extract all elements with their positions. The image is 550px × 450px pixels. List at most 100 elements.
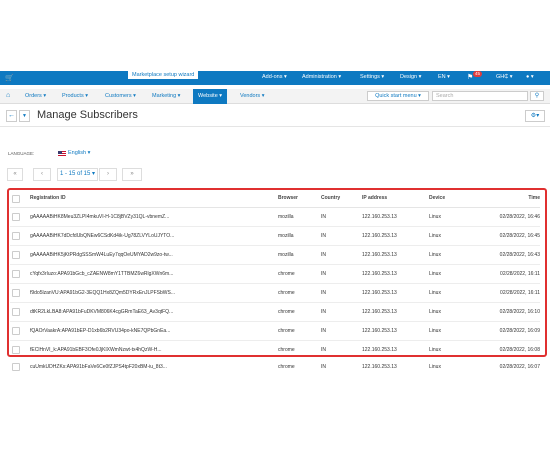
table-row[interactable]: gAAAAABiHK5jKtPRdgSSSmW4LuEy7qqOeUMYAD2w… — [10, 246, 540, 265]
ip-address: 122.160.253.13 — [362, 252, 397, 258]
row-checkbox[interactable] — [12, 213, 20, 221]
nav-marketing[interactable]: Marketing ▾ — [152, 93, 180, 99]
settings-menu[interactable]: Settings ▾ — [360, 74, 384, 80]
user-menu[interactable]: ● ▾ — [526, 74, 534, 80]
nav-products[interactable]: Products ▾ — [62, 93, 88, 99]
row-checkbox[interactable] — [12, 308, 20, 316]
pager-next[interactable]: › — [99, 168, 117, 181]
country: IN — [321, 290, 326, 296]
top-bar: 🛒 Add-ons ▾ Administration ▾ Settings ▾ … — [0, 71, 550, 85]
table-row[interactable]: cYqfx3rIuzo:APA91bGcb_cZAENW8mY1TTBMZ6wR… — [10, 265, 540, 284]
setup-wizard-button[interactable]: Marketplace setup wizard — [127, 71, 200, 80]
select-all-checkbox[interactable] — [12, 195, 20, 203]
header-time[interactable]: Time — [528, 195, 540, 201]
back-button[interactable]: ← — [6, 110, 17, 122]
ip-address: 122.160.253.13 — [362, 309, 397, 315]
time: 02/28/2022, 16:11 — [500, 271, 540, 277]
ip-address: 122.160.253.13 — [362, 364, 397, 370]
time: 02/28/2022, 16:43 — [499, 252, 540, 258]
device: Linux — [429, 271, 441, 277]
table-row[interactable]: gAAAAABiHK7dDcfdUbQNEw6CSdKd4ik-Ug78ZLVY… — [10, 227, 540, 246]
browser: chrome — [278, 328, 295, 334]
main-nav-bar: ⌂ Orders ▾ Products ▾ Customers ▾ Market… — [0, 89, 550, 104]
currency-menu[interactable]: GH₵ ▾ — [496, 74, 513, 80]
ip-address: 122.160.253.13 — [362, 233, 397, 239]
table-row[interactable]: gAAAAABiHK8Meu3ZLPI4mkuVI-H-1C8jBVZy31QL… — [10, 208, 540, 227]
language-label: LANGUAGE: — [8, 151, 35, 156]
search-icon: ⚲ — [534, 93, 540, 99]
search-button[interactable]: ⚲ — [530, 91, 544, 101]
time: 02/28/2022, 16:10 — [499, 309, 540, 315]
browser: chrome — [278, 290, 295, 296]
table-row[interactable]: cuUmkUDHZKs:APA91bFaVe6Ce0fZJPS4tpF20xBM… — [10, 358, 540, 377]
table-row[interactable]: fQAOrVaakrA:APA91bEP-D1xb6b2RVU34po-kNE7… — [10, 322, 540, 341]
header-country[interactable]: Country — [321, 195, 340, 201]
row-checkbox[interactable] — [12, 232, 20, 240]
arrow-left-icon: ← — [8, 112, 15, 119]
settings-button[interactable]: ⚙▾ — [525, 110, 545, 122]
browser: mozilla — [278, 252, 294, 258]
country: IN — [321, 214, 326, 220]
device: Linux — [429, 328, 441, 334]
nav-website[interactable]: Website ▾ — [193, 89, 228, 104]
row-checkbox[interactable] — [12, 270, 20, 278]
nav-orders[interactable]: Orders ▾ — [25, 93, 46, 99]
browser: chrome — [278, 347, 295, 353]
browser: mozilla — [278, 233, 294, 239]
row-checkbox[interactable] — [12, 289, 20, 297]
device: Linux — [429, 364, 441, 370]
table-row[interactable]: dtKR2LkLBA8:APA91bFuDKVM806K4cgGRmTaE63_… — [10, 303, 540, 322]
country: IN — [321, 328, 326, 334]
pager-first[interactable]: « — [7, 168, 23, 181]
title-dropdown-button[interactable]: ▼ — [19, 110, 30, 122]
device: Linux — [429, 252, 441, 258]
device: Linux — [429, 290, 441, 296]
country: IN — [321, 309, 326, 315]
quick-start-menu-button[interactable]: Quick start menu ▾ — [367, 91, 429, 101]
time: 02/28/2022, 16:46 — [499, 214, 540, 220]
ip-address: 122.160.253.13 — [362, 214, 397, 220]
row-checkbox[interactable] — [12, 346, 20, 354]
cart-icon[interactable]: 🛒 — [5, 74, 14, 82]
time: 02/28/2022, 16:08 — [499, 347, 540, 353]
ip-address: 122.160.253.13 — [362, 271, 397, 277]
pager-last[interactable]: » — [122, 168, 142, 181]
registration-id: f9do5lzanVU:APA91bG2-3EQQ1Hx8ZQm5DYRxEnJ… — [30, 290, 175, 296]
addons-menu[interactable]: Add-ons ▾ — [262, 74, 287, 80]
pager-range-select[interactable]: 1 - 15 of 15 ▾ — [57, 168, 98, 181]
ip-address: 122.160.253.13 — [362, 290, 397, 296]
header-registration-id[interactable]: Registration ID — [30, 195, 200, 201]
language-select[interactable]: English ▾ — [68, 150, 90, 156]
ip-address: 122.160.253.13 — [362, 328, 397, 334]
time: 02/28/2022, 16:09 — [499, 328, 540, 334]
chevron-down-icon: ▼ — [22, 113, 27, 119]
time: 02/28/2022, 16:11 — [500, 290, 540, 296]
home-icon[interactable]: ⌂ — [6, 92, 10, 99]
notification-badge: 45 — [473, 71, 483, 77]
browser: chrome — [278, 309, 295, 315]
table-header: Registration ID Browser Country IP addre… — [10, 190, 540, 208]
header-browser[interactable]: Browser — [278, 195, 298, 201]
row-checkbox[interactable] — [12, 251, 20, 259]
country: IN — [321, 233, 326, 239]
country: IN — [321, 364, 326, 370]
table-row[interactable]: f9do5lzanVU:APA91bG2-3EQQ1Hx8ZQm5DYRxEnJ… — [10, 284, 540, 303]
header-device[interactable]: Device — [429, 195, 445, 201]
row-checkbox[interactable] — [12, 363, 20, 371]
registration-id: gAAAAABiHK7dDcfdUbQNEw6CSdKd4ik-Ug78ZLVY… — [30, 233, 175, 239]
browser: chrome — [278, 364, 295, 370]
country: IN — [321, 347, 326, 353]
nav-vendors[interactable]: Vendors ▾ — [240, 93, 264, 99]
pager-prev[interactable]: ‹ — [33, 168, 51, 181]
language-menu[interactable]: EN ▾ — [438, 74, 450, 80]
administration-menu[interactable]: Administration ▾ — [302, 74, 341, 80]
time: 02/28/2022, 16:45 — [499, 233, 540, 239]
nav-customers[interactable]: Customers ▾ — [105, 93, 136, 99]
country: IN — [321, 271, 326, 277]
header-ip[interactable]: IP address — [362, 195, 387, 201]
search-input[interactable]: Search — [432, 91, 528, 101]
registration-id: fQAOrVaakrA:APA91bEP-D1xb6b2RVU34po-kNE7… — [30, 328, 171, 334]
design-menu[interactable]: Design ▾ — [400, 74, 421, 80]
browser: mozilla — [278, 214, 294, 220]
row-checkbox[interactable] — [12, 327, 20, 335]
